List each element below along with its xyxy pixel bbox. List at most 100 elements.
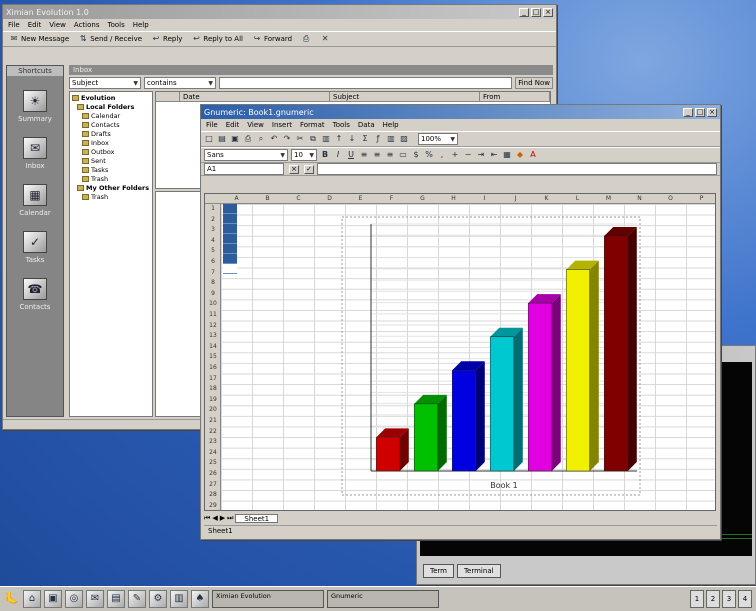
borders-icon[interactable]: ▦	[502, 150, 512, 160]
column-header[interactable]: P	[686, 194, 715, 204]
cancel-entry-button[interactable]: ×	[289, 164, 299, 174]
cell-a7[interactable]	[223, 264, 237, 274]
column-subject[interactable]: Subject	[330, 92, 480, 101]
search-mode-select[interactable]: contains ▼	[144, 77, 216, 89]
align-right-icon[interactable]: ≡	[385, 150, 395, 160]
maximize-button[interactable]: □	[695, 107, 705, 117]
redo-icon[interactable]: ↷	[282, 134, 292, 144]
row-header[interactable]: 1	[205, 204, 221, 214]
column-header[interactable]: B	[252, 194, 283, 204]
italic-icon[interactable]: I	[333, 150, 343, 160]
print-preview-icon[interactable]: ⌕	[256, 134, 266, 144]
save-icon[interactable]: ▣	[230, 134, 240, 144]
tree-item-outbox[interactable]: Outbox	[72, 148, 150, 157]
open-icon[interactable]: ▤	[217, 134, 227, 144]
menu-edit[interactable]: Edit	[28, 21, 42, 29]
task-evolution[interactable]: Ximian Evolution	[212, 590, 324, 608]
font-select[interactable]: Sans ▼	[204, 149, 288, 161]
increase-decimal-icon[interactable]: +	[450, 150, 460, 160]
row-header[interactable]: 28	[205, 490, 221, 500]
cut-icon[interactable]: ✂	[295, 134, 305, 144]
gnumeric-window[interactable]: Gnumeric: Book1.gnumeric _ □ × File Edit…	[200, 104, 721, 540]
tab-first-icon[interactable]: ⏮	[204, 514, 210, 523]
accept-entry-button[interactable]: ✓	[304, 164, 314, 174]
font-color-icon[interactable]: A	[528, 150, 538, 160]
chart-icon[interactable]: ▥	[386, 134, 396, 144]
minimize-button[interactable]: _	[519, 7, 529, 17]
cell-a2[interactable]	[223, 214, 237, 224]
row-header[interactable]: 15	[205, 352, 221, 362]
row-header[interactable]: 10	[205, 299, 221, 309]
tree-item-calendar[interactable]: Calendar	[72, 112, 150, 121]
sort-ascending-icon[interactable]: ↑	[334, 134, 344, 144]
row-header[interactable]: 24	[205, 448, 221, 458]
thousands-icon[interactable]: ,	[437, 150, 447, 160]
row-header[interactable]: 22	[205, 427, 221, 437]
main-menu-icon[interactable]: 🦶	[4, 590, 20, 608]
forward-button[interactable]: ↪ Forward	[249, 33, 295, 45]
sort-descending-icon[interactable]: ↓	[347, 134, 357, 144]
shortcut-contacts[interactable]: ☎ Contacts	[7, 278, 63, 311]
mail-icon[interactable]: ✉	[86, 590, 104, 608]
workspace-4[interactable]: 4	[738, 590, 752, 608]
reply-button[interactable]: ↩ Reply	[148, 33, 185, 45]
indent-icon[interactable]: ⇥	[476, 150, 486, 160]
row-header[interactable]: 4	[205, 236, 221, 246]
cell-a5[interactable]	[223, 244, 237, 254]
evolution-titlebar[interactable]: Ximian Evolution 1.0 _ □ ×	[3, 5, 556, 19]
terminal-icon[interactable]: ▣	[44, 590, 62, 608]
column-from[interactable]: From	[480, 92, 550, 101]
shortcut-summary[interactable]: ☀ Summary	[7, 90, 63, 123]
cell-reference-input[interactable]: A1	[204, 163, 284, 175]
print-button[interactable]: ⎙	[298, 33, 314, 45]
font-size-select[interactable]: 10 ▼	[291, 149, 317, 161]
menu-tools[interactable]: Tools	[107, 21, 124, 29]
merge-icon[interactable]: ▭	[398, 150, 408, 160]
task-gnumeric[interactable]: Gnumeric	[327, 590, 439, 608]
tree-item-trash-2[interactable]: Trash	[72, 193, 150, 202]
close-button[interactable]: ×	[707, 107, 717, 117]
column-header[interactable]: H	[438, 194, 469, 204]
menu-tools[interactable]: Tools	[333, 121, 350, 129]
tree-item-sent[interactable]: Sent	[72, 157, 150, 166]
column-header[interactable]: D	[314, 194, 345, 204]
menu-format[interactable]: Format	[300, 121, 325, 129]
row-header[interactable]: 19	[205, 395, 221, 405]
files-icon[interactable]: ▥	[170, 590, 188, 608]
shortcut-tasks[interactable]: ✓ Tasks	[7, 231, 63, 264]
tree-item-tasks[interactable]: Tasks	[72, 166, 150, 175]
tab-next-icon[interactable]: ▶	[220, 514, 225, 522]
decrease-decimal-icon[interactable]: −	[463, 150, 473, 160]
new-message-button[interactable]: ✉ New Message	[6, 33, 72, 45]
maximize-button[interactable]: □	[531, 7, 541, 17]
column-header[interactable]: I	[469, 194, 500, 204]
row-header[interactable]: 14	[205, 342, 221, 352]
copy-icon[interactable]: ⧉	[308, 134, 318, 144]
selected-cells[interactable]	[223, 204, 237, 274]
print-icon[interactable]: ⎙	[243, 134, 253, 144]
column-date[interactable]: Date	[180, 92, 330, 101]
column-header[interactable]: K	[531, 194, 562, 204]
shortcut-inbox[interactable]: ✉ Inbox	[7, 137, 63, 170]
home-icon[interactable]: ⌂	[23, 590, 41, 608]
paste-icon[interactable]: ▥	[321, 134, 331, 144]
zoom-select[interactable]: 100% ▼	[418, 133, 458, 145]
settings-icon[interactable]: ⚙	[149, 590, 167, 608]
column-header[interactable]: M	[593, 194, 624, 204]
chart-object[interactable]: Book 1	[341, 216, 641, 496]
image-icon[interactable]: ▨	[399, 134, 409, 144]
align-left-icon[interactable]: ≡	[359, 150, 369, 160]
bold-icon[interactable]: B	[320, 150, 330, 160]
sheet-tab-1[interactable]: Sheet1	[235, 513, 279, 523]
row-header[interactable]: 20	[205, 405, 221, 415]
search-scope-select[interactable]: Subject ▼	[69, 77, 141, 89]
row-header[interactable]: 13	[205, 331, 221, 341]
row-header[interactable]: 9	[205, 289, 221, 299]
spreadsheet-grid[interactable]: ABCDEFGHIJKLMNOP 1 2 3 4 5 6 7 8 9 10 11 12 13 14 15 16…	[204, 193, 716, 511]
menu-view[interactable]: View	[247, 121, 264, 129]
row-header[interactable]: 17	[205, 374, 221, 384]
outdent-icon[interactable]: ⇤	[489, 150, 499, 160]
column-header[interactable]: F	[376, 194, 407, 204]
menu-view[interactable]: View	[49, 21, 66, 29]
tab-prev-icon[interactable]: ◀	[212, 514, 217, 522]
